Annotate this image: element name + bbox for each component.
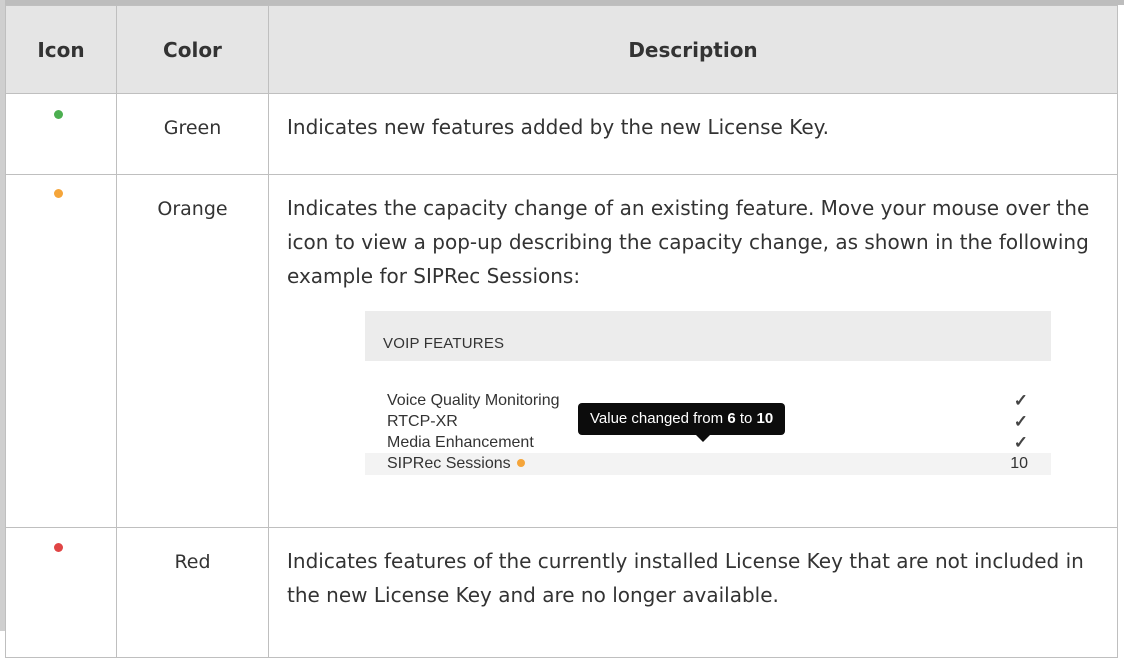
description-cell: Indicates features of the currently inst… — [268, 527, 1118, 658]
tooltip-middle: to — [739, 410, 753, 427]
table-row: Orange Indicates the capacity change of … — [5, 174, 1118, 528]
header-icon: Icon — [5, 5, 117, 94]
color-cell: Green — [116, 93, 269, 175]
feature-name: Voice Quality Monitoring — [387, 392, 560, 409]
header-description: Description — [268, 5, 1118, 94]
tooltip-to-value: 10 — [756, 410, 774, 427]
color-cell: Orange — [116, 174, 269, 528]
green-dot-icon — [54, 110, 63, 119]
checkbox-checked-icon: ✓ — [1013, 391, 1028, 410]
orange-dot-icon[interactable] — [516, 459, 525, 467]
icon-cell — [5, 174, 117, 528]
description-cell: Indicates new features added by the new … — [268, 93, 1118, 175]
feature-name-text: SIPRec Sessions — [387, 455, 511, 472]
feature-row-siprec: SIPRec Sessions 10 — [365, 453, 1051, 475]
tooltip-from-value: 6 — [727, 410, 736, 427]
icon-color-table: Icon Color Description Green Indicates n… — [5, 5, 1118, 658]
icon-cell — [5, 527, 117, 658]
checkbox-checked-icon: ✓ — [1013, 412, 1028, 431]
table-row: Green Indicates new features added by th… — [5, 93, 1118, 175]
checkbox-checked-icon: ✓ — [1013, 433, 1028, 452]
description-cell: Indicates the capacity change of an exis… — [268, 174, 1118, 528]
table-row: Red Indicates features of the currently … — [5, 527, 1118, 658]
tooltip-arrow — [696, 435, 710, 442]
header-color: Color — [116, 5, 269, 94]
description-text: Indicates the capacity change of an exis… — [287, 196, 1090, 288]
feature-name: RTCP-XR — [387, 413, 458, 430]
capacity-change-tooltip: Value changed from 6 to 10 — [578, 403, 786, 435]
feature-value: 10 — [1010, 455, 1028, 472]
orange-dot-icon — [54, 189, 63, 198]
color-cell: Red — [116, 527, 269, 658]
feature-name: Media Enhancement — [387, 434, 534, 451]
icon-cell — [5, 93, 117, 175]
table-header-row: Icon Color Description — [5, 5, 1118, 94]
voip-features-example: VOIP FEATURES Voice Quality Monitoring ✓… — [365, 311, 1051, 511]
feature-name: SIPRec Sessions — [387, 453, 525, 475]
voip-features-title: VOIP FEATURES — [383, 335, 505, 352]
tooltip-prefix: Value changed from — [590, 410, 724, 427]
red-dot-icon — [54, 543, 63, 552]
voip-features-header: VOIP FEATURES — [365, 311, 1051, 361]
